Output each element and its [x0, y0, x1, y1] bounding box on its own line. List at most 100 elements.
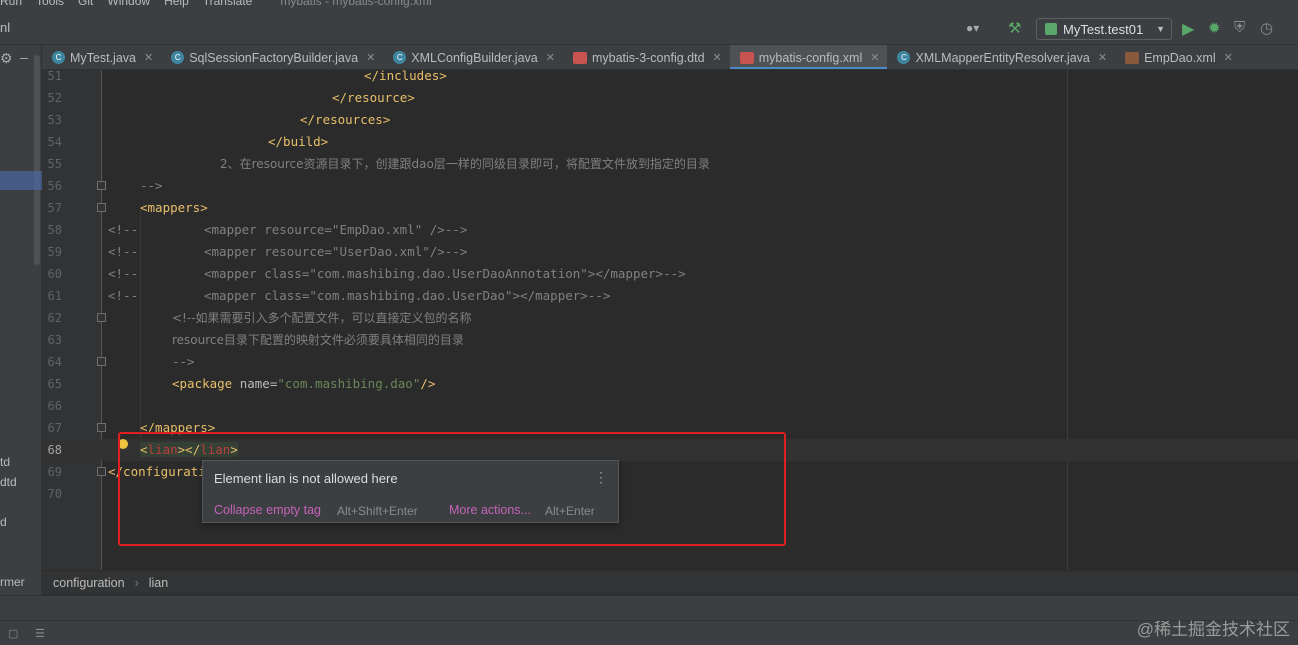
- java-class-icon: C: [897, 51, 911, 64]
- breadcrumb-item-lian[interactable]: lian: [149, 576, 168, 590]
- close-icon[interactable]: ✕: [870, 51, 879, 64]
- line-number: 63: [47, 333, 62, 347]
- dtd-file-icon: [572, 51, 587, 64]
- window-title: mybatis - mybatis-config.xml: [280, 0, 432, 8]
- code-line: 54 </build>: [42, 131, 1298, 153]
- run-config-label: MyTest.test01: [1063, 21, 1144, 37]
- project-scrollbar[interactable]: [34, 55, 40, 265]
- close-icon[interactable]: ✕: [1224, 51, 1233, 64]
- close-icon[interactable]: ✕: [713, 51, 722, 64]
- xml-file-icon: [739, 51, 754, 64]
- tab-mytest-java[interactable]: C MyTest.java ✕: [42, 45, 161, 69]
- menu-run[interactable]: Run: [0, 0, 22, 8]
- project-item-fragment[interactable]: td: [0, 455, 10, 469]
- menu-translate[interactable]: Translate: [203, 0, 253, 8]
- line-number: 60: [47, 267, 62, 281]
- close-icon[interactable]: ✕: [144, 51, 153, 64]
- fold-marker-icon[interactable]: [97, 313, 106, 322]
- line-number: 54: [47, 135, 62, 149]
- line-number: 55: [47, 157, 62, 171]
- tag-open: <package: [172, 376, 240, 391]
- code-text: </resources>: [300, 112, 391, 127]
- line-number: 57: [47, 201, 62, 215]
- code-text: </resource>: [332, 90, 415, 105]
- run-config-icon: [1045, 23, 1057, 35]
- run-config-selector[interactable]: MyTest.test01 ▼: [1036, 18, 1172, 40]
- main-toolbar: nl ●▾ ⚒ MyTest.test01 ▼ ▶ ✹ ⛨ ◷: [0, 12, 1298, 45]
- fold-marker-icon[interactable]: [97, 423, 106, 432]
- close-icon[interactable]: ✕: [546, 51, 555, 64]
- code-line: 62 <!--如果需要引入多个配置文件，可以直接定义包的名称: [42, 307, 1298, 329]
- tab-empdao-xml[interactable]: EmpDao.xml ✕: [1115, 45, 1241, 69]
- close-icon[interactable]: ✕: [1098, 51, 1107, 64]
- tab-sqlsessionfactorybuilder-java[interactable]: C SqlSessionFactoryBuilder.java ✕: [161, 45, 383, 69]
- line-number: 70: [47, 487, 62, 501]
- build-hammer-icon[interactable]: ⚒: [1008, 19, 1021, 37]
- tab-xmlconfigbuilder-java[interactable]: C XMLConfigBuilder.java ✕: [383, 45, 563, 69]
- tab-label: XMLConfigBuilder.java: [411, 50, 538, 65]
- close-icon[interactable]: ✕: [366, 51, 375, 64]
- line-number: 62: [47, 311, 62, 325]
- toolbar-left-fragment: nl: [0, 20, 11, 35]
- code-line: 65 <package name="com.mashibing.dao"/>: [42, 373, 1298, 395]
- fold-marker-icon[interactable]: [97, 181, 106, 190]
- code-comment: <mapper resource="EmpDao.xml" />-->: [204, 222, 468, 237]
- line-number: 65: [47, 377, 62, 391]
- tab-xmlmapperentityresolver-java[interactable]: C XMLMapperEntityResolver.java ✕: [887, 45, 1115, 69]
- user-icon[interactable]: ●▾: [966, 21, 990, 37]
- line-number: 61: [47, 289, 62, 303]
- run-icon[interactable]: ▶: [1182, 19, 1194, 39]
- code-line: 61 <!-- <mapper class="com.mashibing.dao…: [42, 285, 1298, 307]
- tab-mybatis-config-xml[interactable]: mybatis-config.xml ✕: [729, 45, 888, 69]
- menu-help[interactable]: Help: [164, 0, 189, 8]
- breadcrumb-separator-icon: ›: [134, 576, 139, 590]
- menu-bar: Run Tools Git Window Help Translate myba…: [0, 0, 1298, 12]
- code-line: 58 <!-- <mapper resource="EmpDao.xml" />…: [42, 219, 1298, 241]
- menu-lines-icon[interactable]: ☰: [35, 627, 45, 640]
- collapse-icon[interactable]: –: [20, 49, 28, 65]
- xml-file-icon: [1125, 51, 1140, 64]
- menu-tools[interactable]: Tools: [36, 0, 64, 8]
- menu-window[interactable]: Window: [107, 0, 150, 8]
- tool-window-fragment[interactable]: rmer: [0, 575, 25, 589]
- code-line: 56 -->: [42, 175, 1298, 197]
- line-number: 64: [47, 355, 62, 369]
- fold-marker-icon[interactable]: [97, 203, 106, 212]
- attribute-name: name=: [239, 376, 278, 391]
- profile-icon[interactable]: ◷: [1260, 19, 1273, 37]
- line-number: 66: [47, 399, 62, 413]
- breadcrumb-item-configuration[interactable]: configuration: [53, 576, 125, 590]
- code-comment: <mapper resource="UserDao.xml"/>-->: [204, 244, 468, 259]
- coverage-shield-icon[interactable]: ⛨: [1234, 19, 1245, 36]
- code-line: 53 </resources>: [42, 109, 1298, 131]
- project-item-fragment[interactable]: dtd: [0, 475, 17, 489]
- code-line: 52 </resource>: [42, 87, 1298, 109]
- java-class-icon: C: [52, 51, 65, 64]
- breadcrumb: configuration › lian: [42, 571, 1298, 594]
- code-comment: -->: [140, 178, 163, 193]
- code-line: 51 </includes>: [42, 70, 1298, 87]
- line-number: 59: [47, 245, 62, 259]
- code-comment: -->: [172, 354, 195, 369]
- tool-window-toggle-icon[interactable]: ▢: [8, 627, 18, 640]
- tab-label: mybatis-config.xml: [758, 50, 863, 65]
- tab-label: MyTest.java: [70, 50, 136, 65]
- gear-icon[interactable]: ⚙: [0, 50, 13, 67]
- comment-prefix: <!--: [108, 222, 139, 237]
- code-text: </includes>: [364, 70, 447, 83]
- project-selected-row[interactable]: [0, 171, 42, 190]
- line-number: 53: [47, 113, 62, 127]
- debug-bug-icon[interactable]: ✹: [1208, 19, 1221, 37]
- line-number: 68: [47, 443, 62, 457]
- tag-close: />: [420, 376, 436, 391]
- package-element: <package name="com.mashibing.dao"/>: [172, 373, 435, 395]
- code-line: 66: [42, 395, 1298, 417]
- tab-mybatis-3-config-dtd[interactable]: mybatis-3-config.dtd ✕: [563, 45, 730, 69]
- code-comment: <mapper class="com.mashibing.dao.UserDao…: [204, 288, 611, 303]
- menu-git[interactable]: Git: [78, 0, 93, 8]
- fold-marker-icon[interactable]: [97, 467, 106, 476]
- project-item-fragment[interactable]: d: [0, 515, 7, 529]
- code-line: 55 2、在resource资源目录下，创建跟dao层一样的同级目录即可，将配置…: [42, 153, 1298, 175]
- line-number: 67: [47, 421, 62, 435]
- fold-marker-icon[interactable]: [97, 357, 106, 366]
